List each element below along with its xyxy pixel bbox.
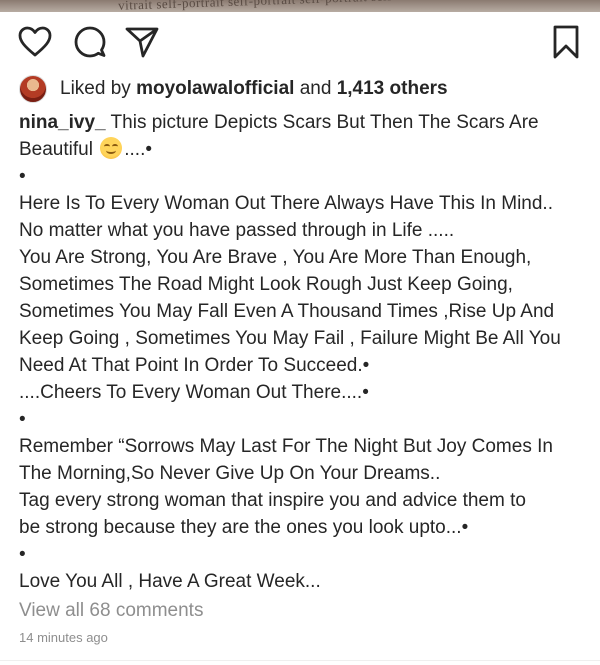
caption-line: Remember “Sorrows May Last For The Night… bbox=[19, 436, 553, 457]
comment-button[interactable] bbox=[72, 24, 108, 60]
caption-line: • bbox=[19, 544, 26, 565]
heart-icon bbox=[18, 26, 52, 57]
caption-line: • bbox=[19, 166, 26, 187]
caption-username[interactable]: nina_ivy_ bbox=[19, 112, 106, 133]
likes-conjunction: and bbox=[299, 78, 332, 99]
caption-line: Here Is To Every Woman Out There Always … bbox=[19, 193, 553, 214]
likes-count[interactable]: 1,413 others bbox=[337, 78, 448, 99]
liker-avatar[interactable] bbox=[19, 75, 47, 103]
caption-line: Keep Going , Sometimes You May Fail , Fa… bbox=[19, 328, 561, 349]
caption-line: You Are Strong, You Are Brave , You Are … bbox=[19, 247, 532, 268]
post-photo[interactable]: vitrait self-portrait self-portrait self… bbox=[0, 0, 600, 12]
likes-summary[interactable]: Liked by moyolawalofficial and 1,413 oth… bbox=[60, 78, 448, 100]
save-button[interactable] bbox=[548, 24, 584, 60]
caption-line: Tag every strong woman that inspire you … bbox=[19, 490, 526, 511]
bookmark-icon bbox=[553, 25, 579, 59]
share-button[interactable] bbox=[124, 24, 160, 60]
caption-line: Sometimes The Road Might Look Rough Just… bbox=[19, 274, 513, 295]
caption-line-2: Beautiful ....• bbox=[19, 137, 153, 160]
photo-imprint-text: vitrait self-portrait self-portrait self… bbox=[118, 0, 392, 12]
likes-row: Liked by moyolawalofficial and 1,413 oth… bbox=[19, 74, 448, 104]
caption-line: be strong because they are the ones you … bbox=[19, 517, 469, 538]
caption-line: The Morning,So Never Give Up On Your Dre… bbox=[19, 463, 441, 484]
view-all-comments-link[interactable]: View all 68 comments bbox=[19, 600, 203, 622]
caption-line-1: nina_ivy_ This picture Depicts Scars But… bbox=[19, 112, 539, 133]
comment-icon bbox=[74, 26, 106, 58]
liker-username[interactable]: moyolawalofficial bbox=[136, 78, 294, 99]
paper-plane-icon bbox=[125, 27, 159, 58]
likes-prefix: Liked by bbox=[60, 78, 131, 99]
caption-line: ....Cheers To Every Woman Out There....• bbox=[19, 382, 369, 403]
caption-line: Love You All , Have A Great Week... bbox=[19, 571, 321, 592]
caption-line: Need At That Point In Order To Succeed.• bbox=[19, 355, 370, 376]
post-action-bar bbox=[0, 24, 600, 64]
caption-line: No matter what you have passed through i… bbox=[19, 220, 455, 241]
post-caption: nina_ivy_ This picture Depicts Scars But… bbox=[19, 109, 589, 595]
caption-line: Sometimes You May Fall Even A Thousand T… bbox=[19, 301, 555, 322]
smiling-face-emoji-icon bbox=[100, 137, 123, 159]
post-timestamp: 14 minutes ago bbox=[19, 630, 108, 645]
divider bbox=[0, 660, 600, 661]
like-button[interactable] bbox=[17, 24, 53, 60]
caption-line: • bbox=[19, 409, 26, 430]
